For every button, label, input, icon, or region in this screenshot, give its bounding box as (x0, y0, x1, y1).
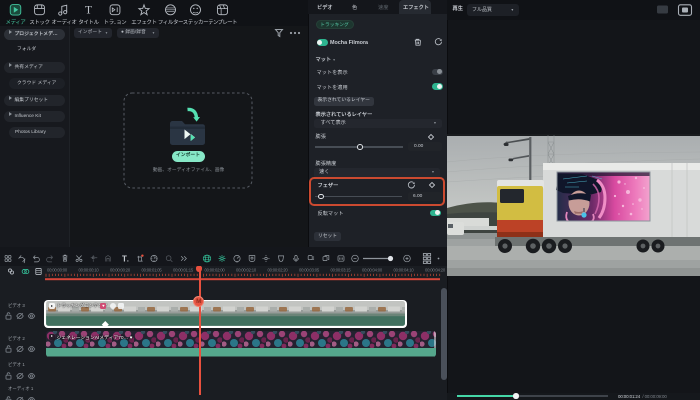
svg-text:00:00:04:00: 00:00:04:00 (362, 268, 383, 273)
svg-text:00:00:02:10: 00:00:02:10 (236, 268, 257, 273)
svg-text:00:00:00:00: 00:00:00:00 (47, 268, 68, 273)
svg-text:00:00:03:05: 00:00:03:05 (299, 268, 320, 273)
svg-text:00:00:00:20: 00:00:00:20 (110, 268, 131, 273)
svg-text:00:00:01:15: 00:00:01:15 (173, 268, 194, 273)
svg-text:00:00:03:15: 00:00:03:15 (331, 268, 352, 273)
svg-text:00:00:04:20: 00:00:04:20 (425, 268, 446, 273)
svg-text:00:00:01:05: 00:00:01:05 (142, 268, 163, 273)
svg-text:00:00:02:20: 00:00:02:20 (268, 268, 289, 273)
svg-text:T.: T. (122, 255, 129, 264)
svg-text:00:00:02:00: 00:00:02:00 (205, 268, 226, 273)
svg-text:00:00:04:10: 00:00:04:10 (394, 268, 415, 273)
svg-text:T: T (85, 5, 92, 17)
svg-text:00:00:00:10: 00:00:00:10 (79, 268, 100, 273)
